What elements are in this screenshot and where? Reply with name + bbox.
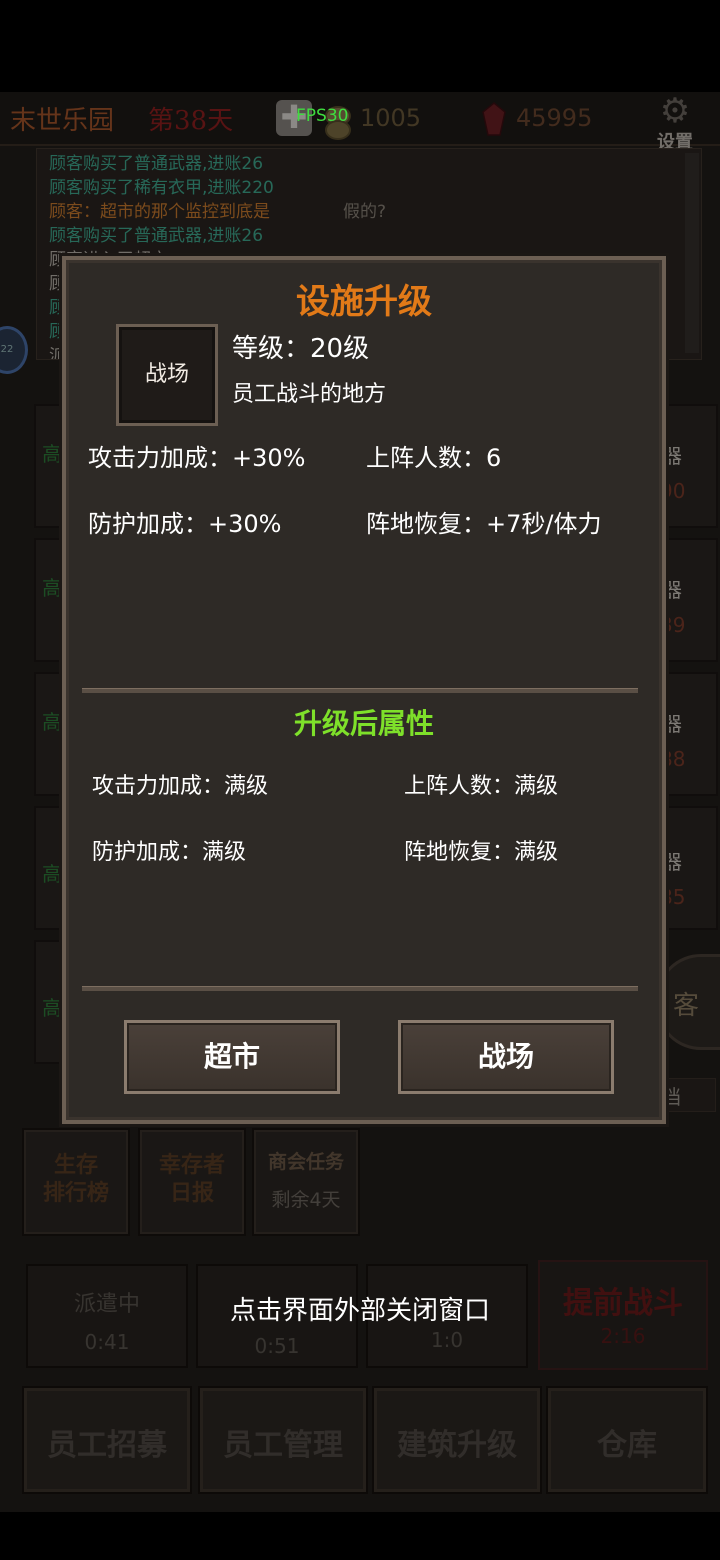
supermarket-button[interactable]: 超市 (124, 1020, 340, 1094)
facility-upgrade-dialog: 设施升级 战场 等级：20级 员工战斗的地方 攻击力加成：+30% 上阵人数：6… (62, 256, 666, 1124)
section-divider (82, 986, 638, 991)
after-attack: 攻击力加成：满级 (92, 774, 269, 799)
supermarket-label: 超市 (203, 1040, 260, 1073)
after-upgrade-title: 升级后属性 (293, 707, 434, 740)
close-hint: 点击界面外部关闭窗口 (229, 1296, 490, 1326)
current-recovery: 阵地恢复：+7秒/体力 (366, 510, 602, 538)
current-defense: 防护加成：+30% (88, 510, 282, 538)
facility-description: 员工战斗的地方 (232, 382, 387, 407)
fps-counter: FPS30 (296, 106, 349, 126)
after-defense: 防护加成：满级 (92, 840, 247, 865)
current-slots: 上阵人数：6 (366, 444, 502, 472)
facility-name: 战场 (144, 362, 189, 387)
battlefield-button[interactable]: 战场 (398, 1020, 614, 1094)
current-attack: 攻击力加成：+30% (88, 444, 306, 472)
after-slots: 上阵人数：满级 (404, 774, 559, 799)
dialog-title: 设施升级 (296, 282, 432, 322)
after-recovery: 阵地恢复：满级 (404, 840, 559, 865)
facility-icon: 战场 (116, 324, 218, 426)
facility-level: 等级：20级 (232, 334, 370, 364)
section-divider (82, 688, 638, 693)
battlefield-label: 战场 (477, 1040, 534, 1073)
